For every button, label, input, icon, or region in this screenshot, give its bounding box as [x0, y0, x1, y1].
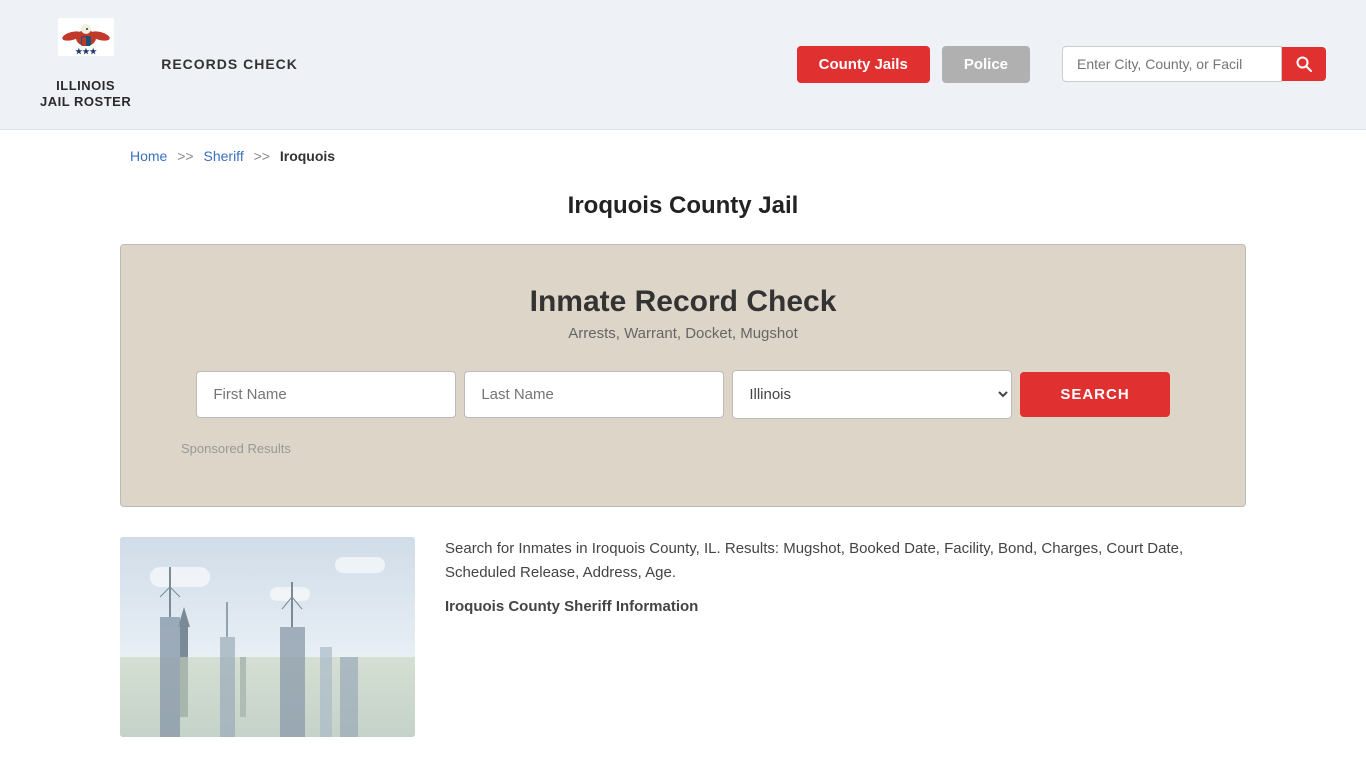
last-name-input[interactable]	[464, 371, 724, 418]
logo-seal-icon: ★★★	[58, 18, 114, 74]
site-logo[interactable]: ★★★ ILLINOISJAIL ROSTER	[40, 18, 131, 111]
header-search-area	[1062, 46, 1326, 82]
police-button[interactable]: Police	[942, 46, 1030, 83]
bottom-section-heading: Iroquois County Sheriff Information	[445, 595, 1246, 619]
logo-text: ILLINOISJAIL ROSTER	[40, 78, 131, 111]
breadcrumb-sep1: >>	[177, 148, 193, 164]
state-select[interactable]: Illinois AlabamaAlaskaArizona ArkansasCa…	[732, 370, 1012, 419]
inmate-search-title: Inmate Record Check	[181, 285, 1185, 319]
search-form-row: Illinois AlabamaAlaskaArizona ArkansasCa…	[181, 370, 1185, 419]
sponsored-text: Sponsored Results	[181, 441, 1185, 456]
inmate-search-box: Inmate Record Check Arrests, Warrant, Do…	[120, 244, 1246, 507]
first-name-input[interactable]	[196, 371, 456, 418]
header-search-button[interactable]	[1282, 47, 1326, 81]
breadcrumb-current: Iroquois	[280, 148, 335, 164]
search-icon	[1296, 56, 1312, 72]
breadcrumb: Home >> Sheriff >> Iroquois	[0, 130, 1366, 182]
inmate-search-button[interactable]: SEARCH	[1020, 372, 1169, 417]
inmate-search-subtitle: Arrests, Warrant, Docket, Mugshot	[181, 325, 1185, 342]
county-jails-button[interactable]: County Jails	[797, 46, 930, 83]
facility-image	[120, 537, 415, 737]
bottom-text: Search for Inmates in Iroquois County, I…	[445, 537, 1246, 737]
breadcrumb-home[interactable]: Home	[130, 148, 167, 164]
skyline-illustration	[120, 537, 415, 737]
breadcrumb-sheriff[interactable]: Sheriff	[204, 148, 244, 164]
header-search-input[interactable]	[1062, 46, 1282, 82]
svg-text:★★★: ★★★	[75, 47, 97, 56]
header-left: ★★★ ILLINOISJAIL ROSTER RECORDS CHECK	[40, 18, 298, 111]
page-title: Iroquois County Jail	[0, 192, 1366, 220]
bottom-description: Search for Inmates in Iroquois County, I…	[445, 537, 1246, 585]
bottom-section: Search for Inmates in Iroquois County, I…	[120, 537, 1246, 777]
header-nav: County Jails Police	[797, 46, 1326, 83]
breadcrumb-sep2: >>	[254, 148, 270, 164]
site-header: ★★★ ILLINOISJAIL ROSTER RECORDS CHECK Co…	[0, 0, 1366, 130]
records-check-link[interactable]: RECORDS CHECK	[161, 56, 298, 72]
